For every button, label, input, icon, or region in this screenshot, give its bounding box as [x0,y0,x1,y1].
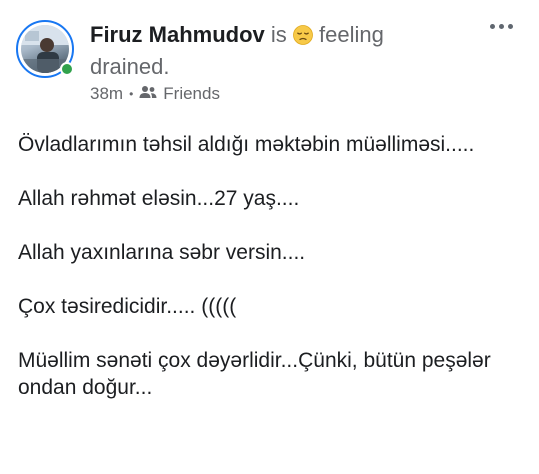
post-paragraph: Çox təsiredicidir..... ((((( [18,295,237,318]
online-status-dot [60,62,74,76]
more-options-dot [499,24,504,29]
post-meta: 38m • Friends [90,84,220,104]
post-timestamp[interactable]: 38m [90,84,123,104]
avatar[interactable] [16,20,74,78]
post-paragraph: Allah rəhmət eləsin...27 yaş.... [18,187,300,210]
post-body: Övladlarımın təhsil aldığı məktəbin müəl… [18,131,523,428]
drained-face-emoji-icon [293,23,313,52]
meta-separator: • [129,87,134,101]
post-header: Firuz Mahmudov is feeling drained. [90,20,450,81]
audience-label[interactable]: Friends [163,84,220,104]
post-paragraph: Övladlarımın təhsil aldığı məktəbin müəl… [18,133,475,156]
is-text: is [270,22,287,47]
post-card: Firuz Mahmudov is feeling drained. 38m • [0,0,539,474]
post-paragraph: Müəllim sənəti çox dəyərlidir...Çünki, b… [18,349,491,399]
friends-icon [139,84,157,104]
author-name[interactable]: Firuz Mahmudov [90,22,265,47]
more-options-button[interactable] [490,24,513,29]
more-options-dot [508,24,513,29]
more-options-dot [490,24,495,29]
post-paragraph: Allah yaxınlarına səbr versin.... [18,241,306,264]
